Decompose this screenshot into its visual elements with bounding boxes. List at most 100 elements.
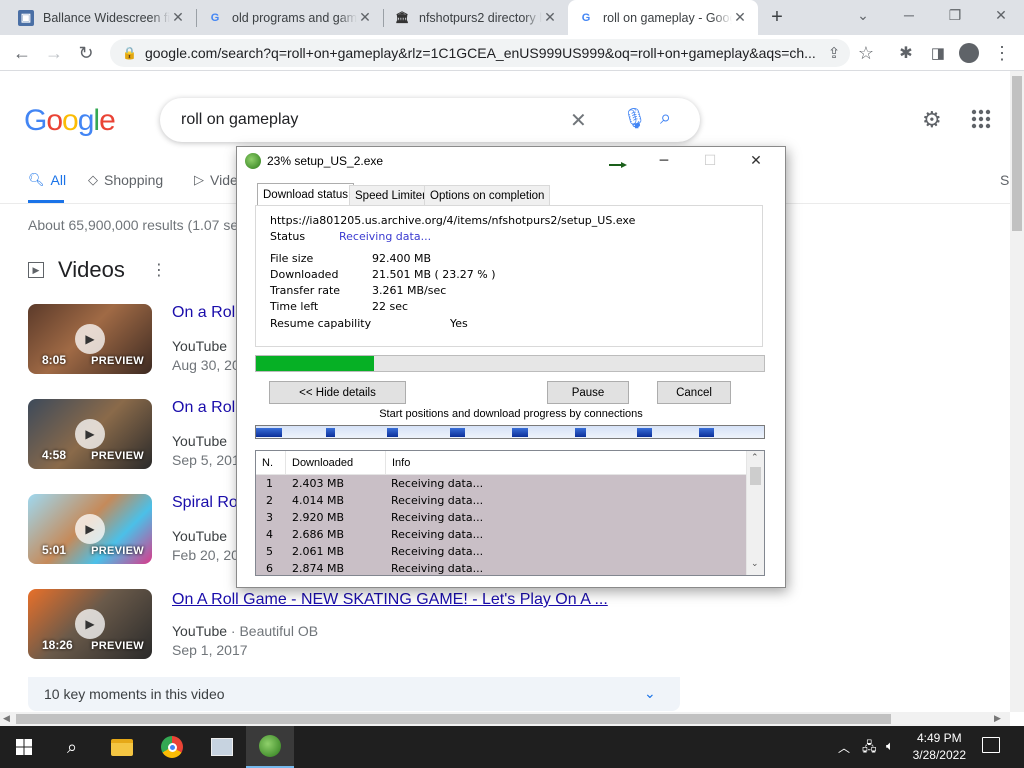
list-item[interactable]: 5 2.061 MB Receiving data... (256, 543, 746, 560)
image-viewer-icon[interactable] (198, 726, 246, 768)
list-item[interactable]: 4 2.686 MB Receiving data... (256, 526, 746, 543)
preview-label: PREVIEW (91, 640, 144, 652)
resume-capability-label: Resume capability (270, 317, 372, 330)
address-bar[interactable]: 🔒 google.com/search?q=roll+on+gameplay&r… (110, 39, 850, 67)
chrome-menu-icon[interactable]: ⋮ (990, 41, 1014, 65)
microphone-icon[interactable]: 🎙 (622, 106, 647, 131)
search-icon[interactable]: ⌕ (660, 107, 671, 130)
nav-label: Shopping (104, 172, 164, 188)
scroll-down-icon[interactable]: ⌄ (751, 559, 759, 569)
close-tab-icon[interactable]: ✕ (542, 9, 558, 26)
tab-speed-limiter[interactable]: Speed Limiter (349, 185, 432, 205)
conn-number: 5 (266, 545, 273, 558)
list-item[interactable]: 1 2.403 MB Receiving data... (256, 475, 746, 492)
conn-info: Receiving data... (391, 562, 484, 575)
new-tab-button[interactable]: + (764, 4, 790, 30)
video-thumbnail[interactable]: ▶ 5:01 PREVIEW (28, 494, 152, 564)
list-scrollbar[interactable]: ⌃ ⌄ (746, 451, 764, 575)
share-icon[interactable]: ⇪ (822, 41, 846, 65)
scroll-left-icon[interactable]: ◀ (3, 713, 10, 724)
connections-list[interactable]: N. Downloaded Info 1 2.403 MB Receiving da… (255, 450, 765, 576)
column-header-info[interactable]: Info (386, 451, 746, 475)
key-moments-expander[interactable]: 10 key moments in this video ⌄ (28, 677, 680, 711)
tab-nfshotpurs2[interactable]: 🏛 nfshotpurs2 directory listing ✕ (384, 0, 568, 35)
back-icon[interactable]: ← (10, 41, 34, 65)
connection-segment (575, 428, 586, 437)
video-title[interactable]: On A Roll Game - NEW SKATING GAME! - Let… (172, 591, 608, 609)
conn-number: 2 (266, 494, 273, 507)
forward-icon[interactable]: → (42, 41, 66, 65)
video-thumbnail[interactable]: ▶ 4:58 PREVIEW (28, 399, 152, 469)
list-item[interactable]: 6 2.874 MB Receiving data... (256, 560, 746, 575)
minimize-icon[interactable]: ─ (886, 0, 932, 30)
tab-search-icon[interactable]: ⌄ (840, 0, 886, 30)
close-tab-icon[interactable]: ✕ (732, 9, 748, 26)
file-explorer-icon[interactable] (98, 726, 146, 768)
video-source-name: YouTube (172, 433, 228, 449)
idm-taskbar-icon[interactable] (246, 726, 294, 768)
minimize-icon[interactable]: ─ (641, 147, 687, 175)
more-options-icon[interactable]: ⋮ (151, 260, 167, 280)
video-source: YouTube (172, 528, 227, 544)
tab-all[interactable]: 🔍︎ All (28, 172, 66, 188)
tab-cutoff[interactable]: S (1000, 172, 1009, 188)
list-item[interactable]: 2 4.014 MB Receiving data... (256, 492, 746, 509)
play-icon: ▶ (75, 324, 105, 354)
connections-progress-bar (255, 425, 765, 439)
notifications-icon[interactable] (982, 737, 1000, 753)
restore-icon[interactable]: ❐ (932, 0, 978, 30)
clear-icon[interactable]: ✕ (570, 108, 587, 133)
cancel-button[interactable]: Cancel (657, 381, 731, 404)
search-box[interactable]: roll on gameplay ✕ 🎙 ⌕ (160, 98, 700, 142)
video-duration: 8:05 (42, 353, 67, 367)
column-header-n[interactable]: N. (256, 451, 286, 475)
tab-download-status[interactable]: Download status (257, 183, 355, 206)
apps-grid-icon[interactable] (970, 108, 992, 130)
video-title[interactable]: On a Roll (172, 399, 239, 417)
scroll-up-icon[interactable]: ⌃ (751, 453, 759, 463)
chevron-up-icon[interactable]: ︿ (838, 739, 850, 756)
list-scroll-thumb[interactable] (750, 467, 761, 485)
horizontal-scroll-thumb[interactable] (16, 714, 891, 724)
tab-roll-on-gameplay[interactable]: G roll on gameplay - Google Search ✕ (568, 0, 758, 35)
search-input[interactable]: roll on gameplay (181, 111, 298, 129)
tab-ballance[interactable]: ▣ Ballance Widescreen fix ✕ (8, 0, 196, 35)
windows-start-icon[interactable] (0, 726, 48, 768)
google-logo[interactable]: Google (24, 104, 116, 138)
side-panel-icon[interactable]: ◨ (926, 41, 950, 65)
pause-button[interactable]: Pause (547, 381, 629, 404)
scroll-right-icon[interactable]: ▶ (994, 713, 1001, 724)
conn-info: Receiving data... (391, 528, 484, 541)
vertical-scroll-thumb[interactable] (1012, 76, 1022, 231)
lock-icon[interactable]: 🔒 (122, 46, 137, 60)
conn-info: Receiving data... (391, 511, 484, 524)
settings-gear-icon[interactable]: ⚙ (922, 107, 942, 133)
tab-options-on-completion[interactable]: Options on completion (424, 185, 551, 205)
network-icon[interactable]: 🖧 (862, 738, 877, 760)
volume-icon[interactable]: 🔈︎ (886, 738, 894, 754)
hide-details-button[interactable]: << Hide details (269, 381, 406, 404)
close-tab-icon[interactable]: ✕ (170, 9, 186, 26)
list-item[interactable]: 3 2.920 MB Receiving data... (256, 509, 746, 526)
reload-icon[interactable]: ↻ (74, 41, 98, 65)
tab-shopping[interactable]: ◇ Shopping (88, 172, 163, 188)
video-thumbnail[interactable]: ▶ 8:05 PREVIEW (28, 304, 152, 374)
system-clock[interactable]: 4:49 PM 3/28/2022 (913, 730, 966, 764)
search-icon[interactable]: ⌕ (48, 726, 96, 768)
close-icon[interactable]: ✕ (733, 147, 779, 175)
video-result[interactable]: ▶ 18:26 PREVIEW On A Roll Game - NEW SKA… (28, 589, 688, 659)
close-tab-icon[interactable]: ✕ (357, 9, 373, 26)
preview-label: PREVIEW (91, 450, 144, 462)
play-icon: ▶ (75, 514, 105, 544)
video-thumbnail[interactable]: ▶ 18:26 PREVIEW (28, 589, 152, 659)
video-title[interactable]: Spiral Roll (172, 494, 245, 512)
tab-old-programs[interactable]: G old programs and games ✕ (197, 0, 383, 35)
video-title[interactable]: On a Roll (172, 304, 239, 322)
extensions-icon[interactable]: ✱ (894, 41, 918, 65)
url-text[interactable]: google.com/search?q=roll+on+gameplay&rlz… (145, 45, 850, 61)
close-window-icon[interactable]: ✕ (978, 0, 1024, 30)
profile-avatar-icon[interactable] (957, 41, 981, 65)
bookmark-star-icon[interactable]: ☆ (854, 41, 878, 65)
chrome-icon[interactable] (148, 726, 196, 768)
column-header-downloaded[interactable]: Downloaded (286, 451, 386, 475)
